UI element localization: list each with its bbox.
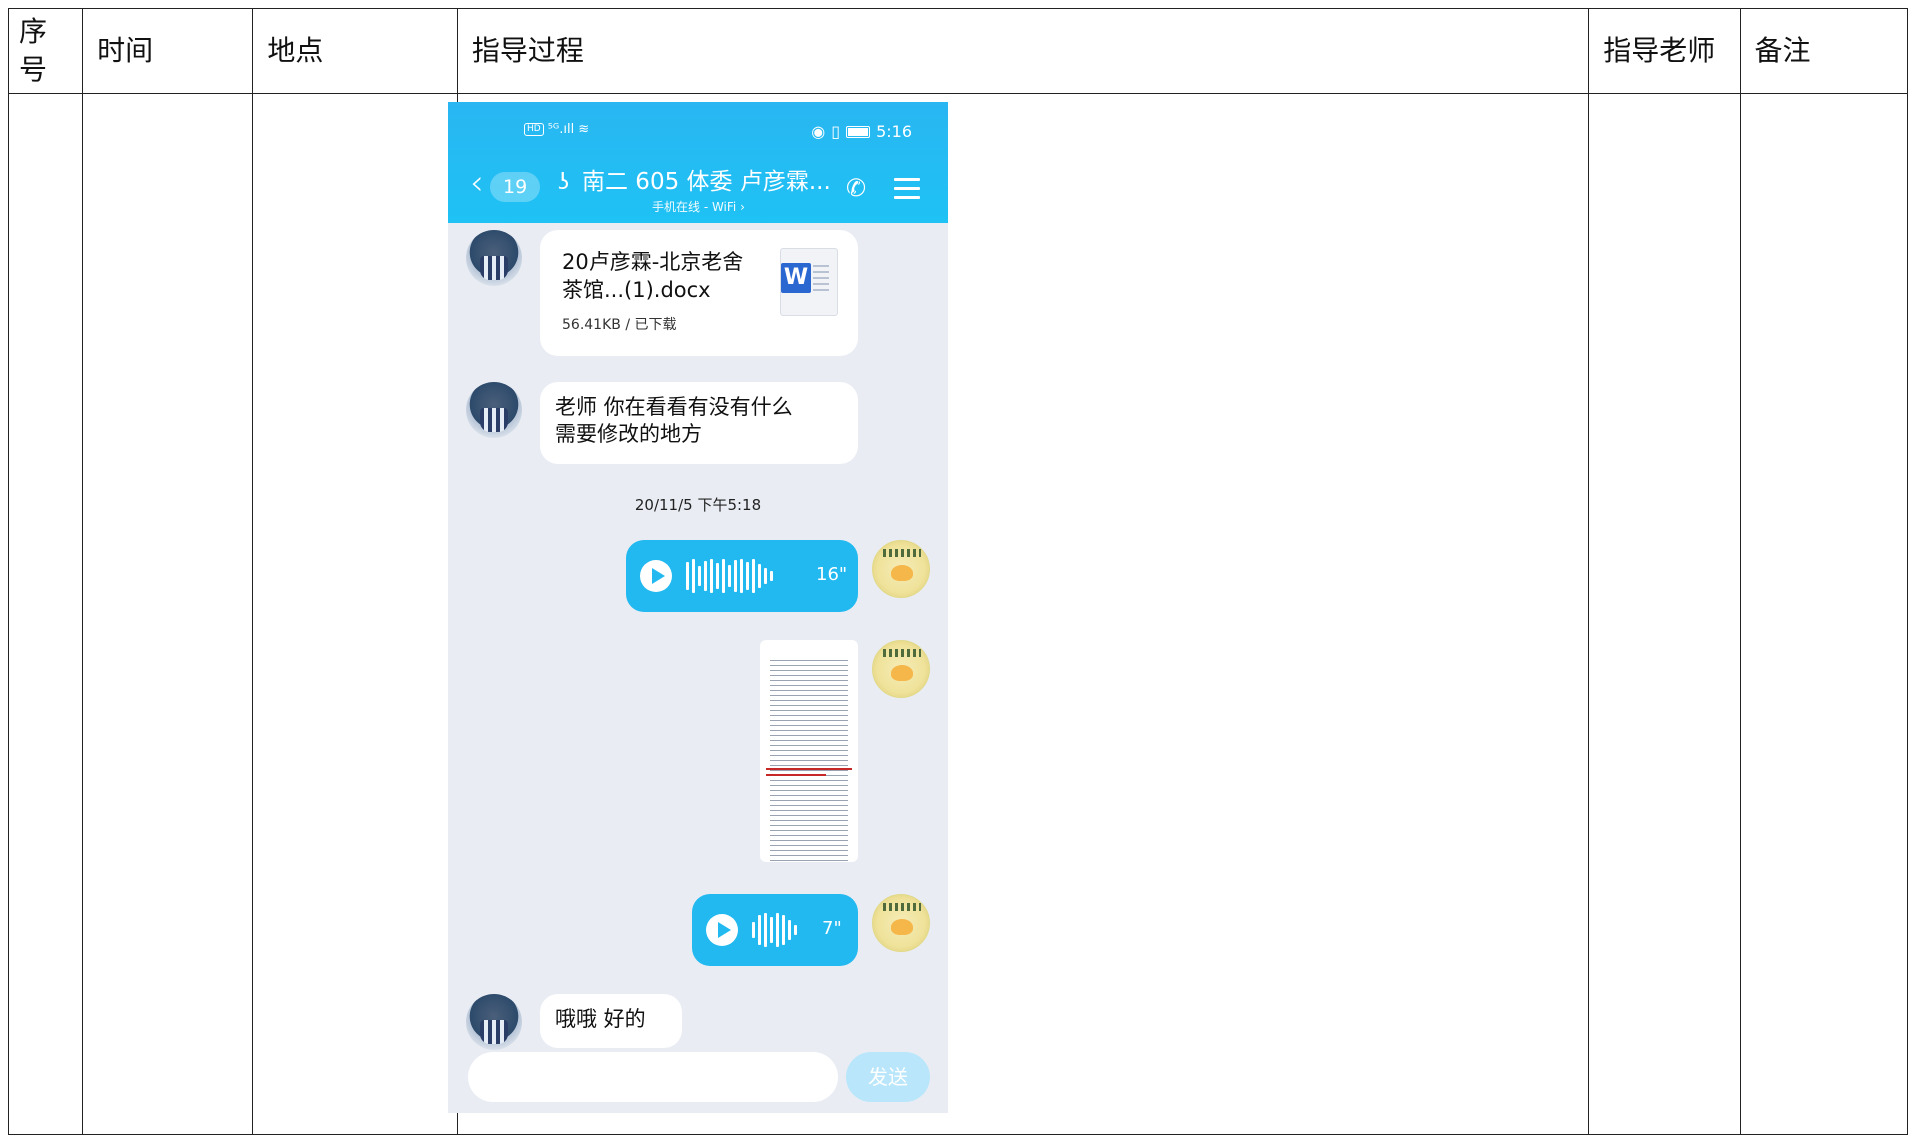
cell-time: [82, 93, 254, 1135]
header-teacher: 指导老师: [1588, 8, 1741, 94]
message-timestamp: 20/11/5 下午5:18: [634, 496, 762, 514]
cell-place: [252, 93, 458, 1135]
table-row: [7, 93, 1908, 1135]
text-message[interactable]: 哦哦 好的: [540, 994, 682, 1048]
cell-seq: [7, 93, 84, 1135]
avatar[interactable]: [872, 640, 930, 698]
hd-icon: HD: [524, 123, 544, 136]
play-icon[interactable]: [640, 560, 672, 592]
chat-title: 南二 605 体委 卢彦霖...: [582, 169, 831, 195]
cell-teacher: [1588, 93, 1741, 1135]
eye-icon: ◉: [811, 122, 826, 141]
chat-header: HD ⁵ᴳ.ıll ≋ ◉ ▯ 5:16 ‹ 19 ʖ 南二 605 体委 卢彦…: [448, 102, 948, 223]
signal-icon: ⁵ᴳ.ıll: [547, 122, 575, 137]
avatar[interactable]: [466, 230, 522, 286]
status-time: 5:16: [876, 122, 912, 141]
file-name: 20卢彦霖-北京老舍茶馆...(1).docx: [562, 250, 744, 302]
header-remark: 备注: [1739, 8, 1908, 94]
guidance-record-table: 序号 时间 地点 指导过程 指导老师 备注: [7, 8, 1908, 1135]
voice-message[interactable]: 16": [626, 540, 858, 612]
cell-remark: [1739, 93, 1908, 1135]
voice-duration: 7": [822, 918, 842, 939]
header-place: 地点: [252, 8, 458, 94]
text-message[interactable]: 老师 你在看看有没有什么 需要修改的地方: [540, 382, 858, 464]
avatar[interactable]: [466, 382, 522, 438]
message-text: 哦哦 好的: [555, 1007, 646, 1031]
message-text: 老师 你在看看有没有什么 需要修改的地方: [555, 395, 793, 446]
status-bar-right: ◉ ▯ 5:16: [811, 122, 912, 141]
play-icon[interactable]: [706, 914, 738, 946]
status-bar-left: HD ⁵ᴳ.ıll ≋: [524, 122, 589, 137]
menu-icon[interactable]: [894, 178, 920, 199]
file-meta: 56.41KB / 已下载: [562, 317, 677, 333]
battery-icon: [846, 125, 871, 138]
avatar[interactable]: [872, 894, 930, 952]
file-message[interactable]: 20卢彦霖-北京老舍茶馆...(1).docx 56.41KB / 已下载 W: [540, 230, 858, 356]
send-button[interactable]: 发送: [846, 1052, 930, 1102]
header-seq: 序号: [7, 8, 84, 94]
word-doc-icon: W: [780, 248, 838, 316]
voice-duration: 16": [816, 564, 848, 585]
chat-subtitle[interactable]: 手机在线 - WiFi ›: [652, 198, 745, 215]
avatar[interactable]: [872, 540, 930, 598]
header-time: 时间: [82, 8, 254, 94]
table-header-row: 序号 时间 地点 指导过程 指导老师 备注: [7, 8, 1908, 94]
waveform-icon: [686, 558, 773, 594]
avatar[interactable]: [466, 994, 522, 1050]
message-input[interactable]: [468, 1052, 838, 1102]
ear-icon: ʖ: [558, 170, 570, 195]
back-chevron-icon[interactable]: ‹: [470, 166, 484, 200]
vibrate-icon: ▯: [831, 122, 841, 141]
wifi-icon: ≋: [578, 122, 590, 137]
chat-screenshot: HD ⁵ᴳ.ıll ≋ ◉ ▯ 5:16 ‹ 19 ʖ 南二 605 体委 卢彦…: [448, 102, 948, 1113]
unread-badge[interactable]: 19: [490, 172, 541, 202]
image-message[interactable]: [760, 640, 858, 862]
header-process: 指导过程: [456, 8, 1590, 94]
waveform-icon: [752, 912, 797, 948]
voice-message[interactable]: 7": [692, 894, 858, 966]
phone-icon[interactable]: ✆: [846, 174, 866, 202]
